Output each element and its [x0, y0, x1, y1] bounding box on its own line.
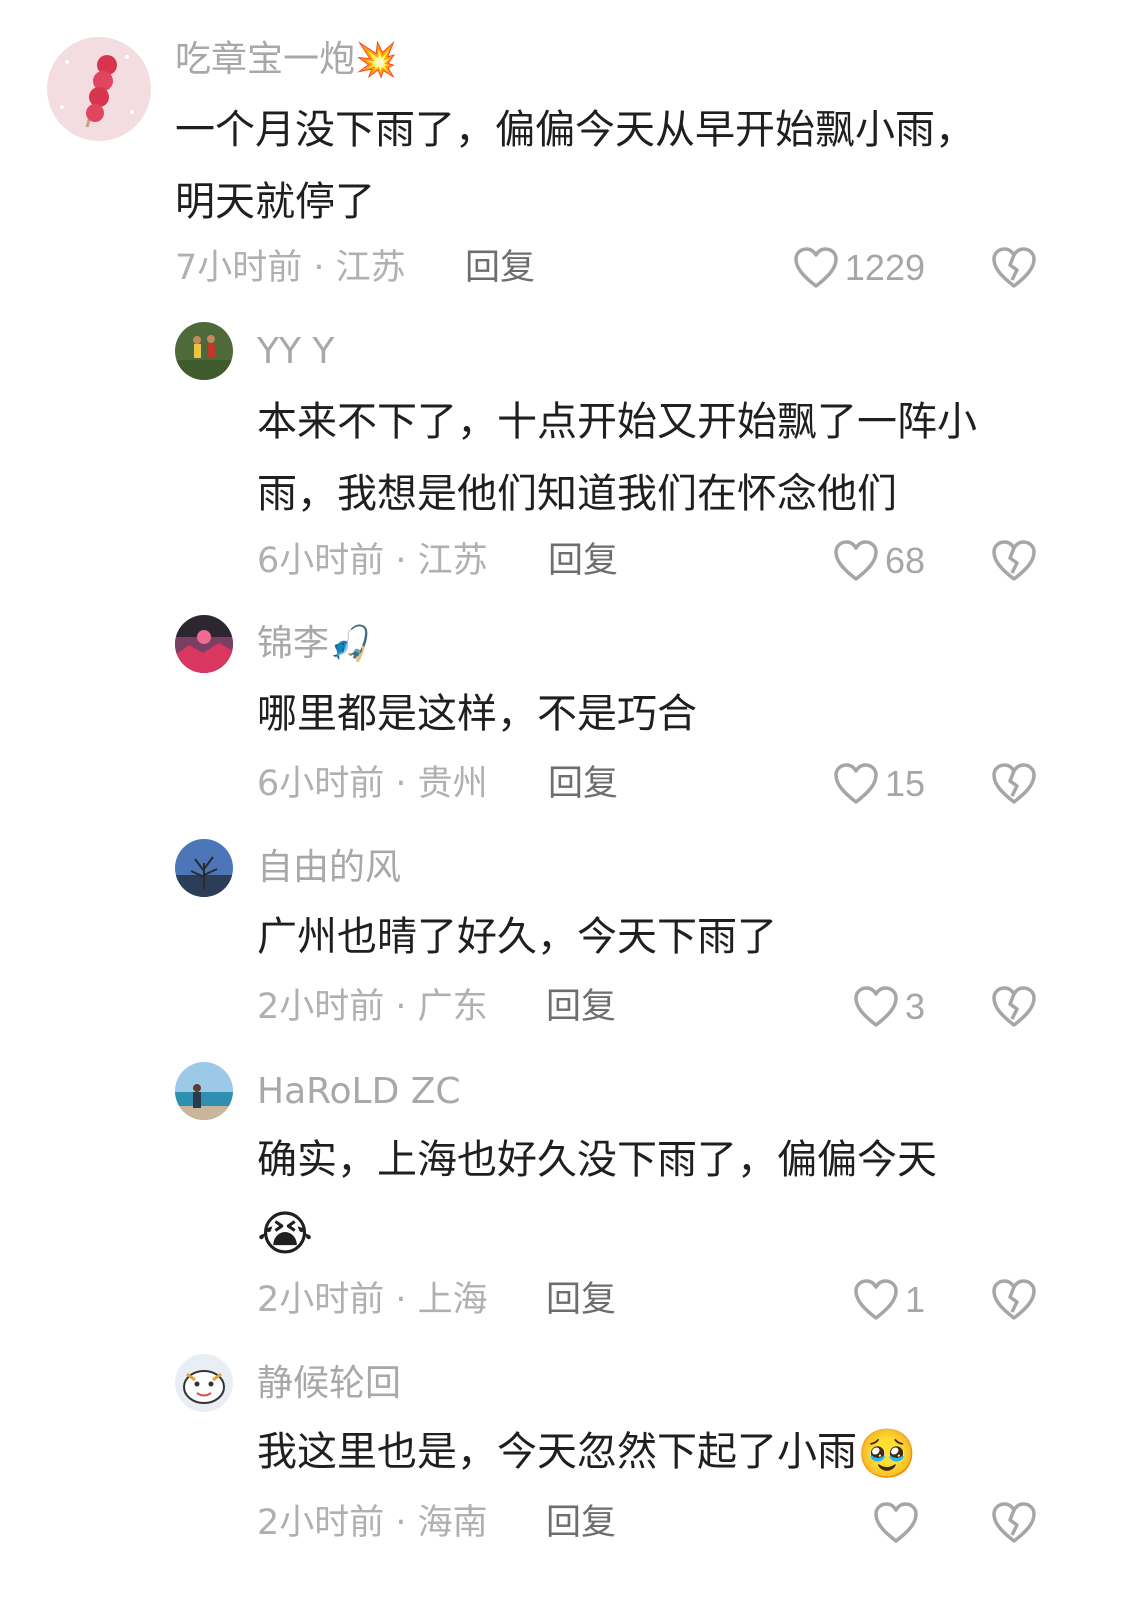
username-text: 锦李	[257, 623, 330, 664]
like-button[interactable]: 15	[833, 760, 925, 808]
comment-text: 一个月没下雨了，偏偏今天从早开始飘小雨， 明天就停了	[175, 94, 975, 238]
username[interactable]: 吃章宝一炮💥	[175, 39, 398, 81]
comment-text: 本来不下了，十点开始又开始飘了一阵小 雨，我想是他们知道我们在怀念他们	[257, 386, 977, 530]
broken-heart-icon	[992, 247, 1036, 288]
like-button[interactable]: 1229	[793, 244, 925, 292]
comment-item: HaRoLD ZC 确实，上海也好久没下雨了，偏偏今天 😭 2小时前 · 上海 …	[0, 1050, 1125, 1340]
cartoon-avatar-icon	[175, 1354, 233, 1412]
comment-text: 广州也晴了好久，今天下雨了	[257, 901, 777, 973]
comment-line-text: 我这里也是，今天忽然下起了小雨	[257, 1429, 857, 1475]
time-location: 6小时前 · 贵州	[257, 764, 488, 804]
fishing-pole-emoji-icon: 🎣	[329, 624, 372, 664]
dislike-button[interactable]	[991, 762, 1037, 806]
username[interactable]: 自由的风	[257, 848, 401, 888]
broken-heart-icon	[992, 1502, 1036, 1543]
reply-button[interactable]: 回复	[465, 248, 535, 288]
tree-sky-avatar-icon	[175, 839, 233, 897]
sunset-avatar-icon	[175, 615, 233, 673]
like-button[interactable]: 68	[833, 537, 925, 585]
avatar[interactable]	[175, 615, 233, 673]
comment-line: 确实，上海也好久没下雨了，偏偏今天	[257, 1137, 937, 1183]
comment-line: 明天就停了	[175, 179, 375, 225]
soccer-players-avatar-icon	[175, 322, 233, 380]
comment-item: 自由的风 广州也晴了好久，今天下雨了 2小时前 · 广东 回复 3	[0, 825, 1125, 1050]
broken-heart-icon	[992, 540, 1036, 581]
candied-hawthorn-avatar-icon	[47, 37, 151, 141]
avatar[interactable]	[175, 839, 233, 897]
comment-line: 本来不下了，十点开始又开始飘了一阵小	[257, 399, 977, 445]
explosion-emoji-icon: 💥	[355, 40, 398, 80]
like-count: 15	[884, 763, 925, 804]
beach-person-avatar-icon	[175, 1062, 233, 1120]
heart-icon	[854, 986, 898, 1027]
comment-item: 锦李🎣 哪里都是这样，不是巧合 6小时前 · 贵州 回复 15	[0, 600, 1125, 825]
heart-icon	[854, 1279, 898, 1320]
comment-item: 吃章宝一炮💥 一个月没下雨了，偏偏今天从早开始飘小雨， 明天就停了 7小时前 ·…	[0, 0, 1125, 310]
username[interactable]: 静候轮回	[257, 1364, 401, 1404]
broken-heart-icon	[992, 1279, 1036, 1320]
like-count: 68	[884, 540, 925, 581]
time-location: 6小时前 · 江苏	[257, 541, 488, 581]
loudly-crying-emoji-icon: 😭	[257, 1206, 314, 1262]
like-count: 3	[904, 986, 925, 1027]
avatar[interactable]	[175, 1062, 233, 1120]
reply-button[interactable]: 回复	[546, 1280, 616, 1320]
time-location: 7小时前 · 江苏	[175, 248, 406, 288]
broken-heart-icon	[992, 986, 1036, 1027]
comment-line: 一个月没下雨了，偏偏今天从早开始飘小雨，	[175, 107, 975, 153]
time-location: 2小时前 · 上海	[257, 1280, 488, 1320]
comment-text: 我这里也是，今天忽然下起了小雨🥹	[257, 1416, 917, 1490]
like-count: 1	[904, 1279, 925, 1320]
time-location: 2小时前 · 海南	[257, 1503, 488, 1543]
reply-button[interactable]: 回复	[546, 1503, 616, 1543]
avatar[interactable]	[175, 322, 233, 380]
avatar[interactable]	[47, 37, 151, 141]
like-button[interactable]	[873, 1499, 925, 1547]
time-location: 2小时前 · 广东	[257, 987, 488, 1027]
comment-line: 雨，我想是他们知道我们在怀念他们	[257, 471, 897, 517]
heart-icon	[834, 540, 878, 581]
comment-text: 哪里都是这样，不是巧合	[257, 678, 697, 750]
comment-line: 😭	[257, 1196, 937, 1270]
username[interactable]: HaRoLD ZC	[257, 1072, 461, 1112]
reply-button[interactable]: 回复	[548, 541, 618, 581]
reply-button[interactable]: 回复	[548, 764, 618, 804]
comment-line: 哪里都是这样，不是巧合	[257, 691, 697, 737]
dislike-button[interactable]	[991, 1278, 1037, 1322]
username-text: 吃章宝一炮	[175, 39, 356, 80]
comment-line: 广州也晴了好久，今天下雨了	[257, 914, 777, 960]
heart-icon	[834, 763, 878, 804]
comment-line: 我这里也是，今天忽然下起了小雨🥹	[257, 1416, 917, 1490]
like-button[interactable]: 1	[853, 1276, 925, 1324]
dislike-button[interactable]	[991, 1501, 1037, 1545]
like-count: 1229	[844, 247, 925, 288]
username[interactable]: YY Y	[257, 332, 334, 372]
comment-item: YY Y 本来不下了，十点开始又开始飘了一阵小 雨，我想是他们知道我们在怀念他们…	[0, 310, 1125, 600]
username[interactable]: 锦李🎣	[257, 623, 372, 665]
dislike-button[interactable]	[991, 246, 1037, 290]
heart-icon	[794, 247, 838, 288]
avatar[interactable]	[175, 1354, 233, 1412]
dislike-button[interactable]	[991, 985, 1037, 1029]
dislike-button[interactable]	[991, 539, 1037, 583]
heart-icon	[874, 1502, 918, 1543]
broken-heart-icon	[992, 763, 1036, 804]
holding-back-tears-emoji-icon: 🥹	[857, 1426, 917, 1482]
comment-text: 确实，上海也好久没下雨了，偏偏今天 😭	[257, 1124, 937, 1270]
like-button[interactable]: 3	[853, 983, 925, 1031]
reply-button[interactable]: 回复	[546, 987, 616, 1027]
comment-item: 静候轮回 我这里也是，今天忽然下起了小雨🥹 2小时前 · 海南 回复	[0, 1340, 1125, 1624]
